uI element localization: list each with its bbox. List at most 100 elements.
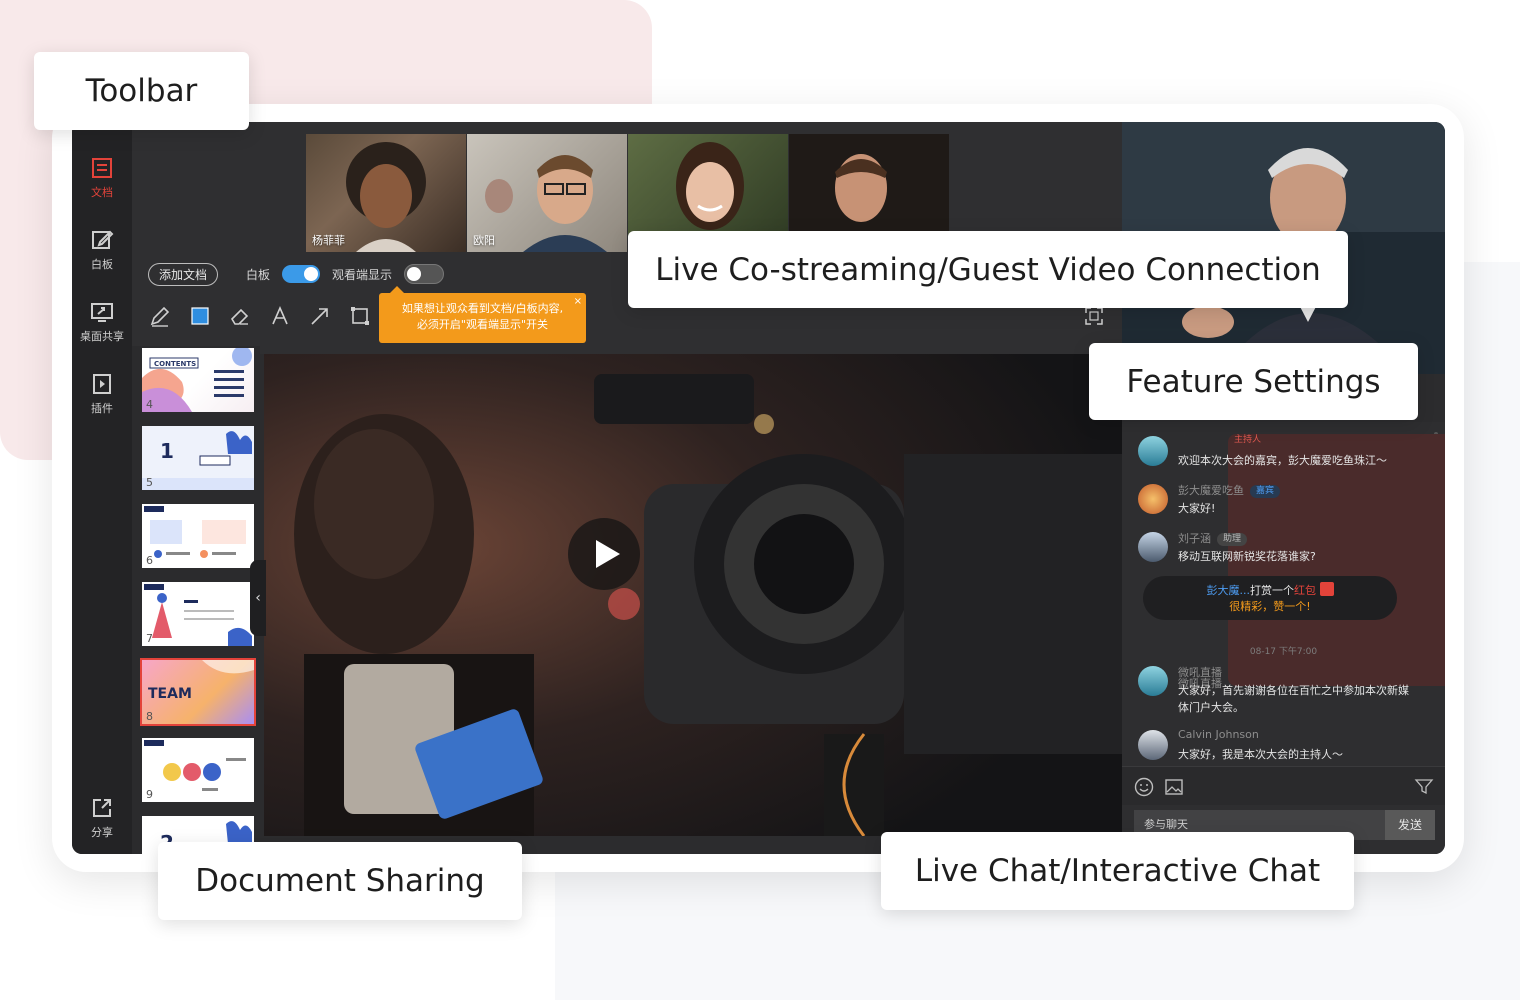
sidebar-item-screen-share[interactable]: 桌面共享: [72, 290, 132, 364]
slide-preview: [144, 506, 246, 558]
collapse-thumbnails-button[interactable]: ‹: [250, 560, 266, 636]
sidebar-item-label: 桌面共享: [80, 330, 124, 343]
callout-live-chat: Live Chat/Interactive Chat: [881, 832, 1354, 910]
sidebar-item-label: 插件: [91, 402, 113, 415]
role-badge: 助理: [1217, 533, 1248, 546]
chat-message: 彭大魔爱吃鱼 嘉宾 大家好!: [1138, 482, 1428, 526]
rectangle-tool-icon[interactable]: [348, 304, 372, 328]
message-text: 大家好，我是本次大会的主持人～: [1178, 748, 1343, 761]
fullscreen-icon[interactable]: [1085, 307, 1103, 325]
sidebar-item-label: 文档: [91, 186, 113, 199]
sidebar-item-label: 白板: [91, 258, 113, 271]
document-icon: [92, 158, 112, 178]
page-number: 8: [146, 710, 153, 723]
toggle-knob: [407, 267, 422, 281]
tooltip-close-button[interactable]: ×: [574, 294, 582, 310]
chat-timestamp: 08-17 下午7:00: [1249, 647, 1318, 657]
eraser-icon[interactable]: [228, 304, 252, 328]
chat-toolbar: [1122, 766, 1445, 805]
guest-video-tile[interactable]: 杨菲菲: [306, 134, 466, 252]
message-text: 移动互联网新锐奖花落谁家?: [1178, 550, 1316, 563]
slide-preview: 1: [142, 431, 254, 490]
slide-preview: [144, 584, 252, 646]
emoji-icon[interactable]: [1134, 777, 1154, 797]
sidebar-item-document[interactable]: 文档: [72, 146, 132, 220]
page-thumbnail-list: CONTENTS 4 1 5 6 7 TEAM 8 9 2: [132, 346, 260, 854]
toggle-knob: [304, 267, 319, 281]
sidebar-item-whiteboard[interactable]: 白板: [72, 218, 132, 292]
gift-action: 打赏一个: [1250, 584, 1294, 597]
whiteboard-toggle[interactable]: [282, 265, 321, 283]
play-icon: [596, 540, 620, 568]
page-thumbnail[interactable]: 7: [142, 582, 254, 646]
pen-icon[interactable]: [148, 304, 172, 328]
slide-preview: TEAM: [148, 660, 254, 702]
sidebar: 文档 白板 桌面共享 插件 分享: [72, 122, 132, 854]
callout-document-sharing: Document Sharing: [158, 842, 522, 920]
page-number: 4: [146, 398, 153, 411]
share-button[interactable]: 分享: [72, 786, 132, 854]
tooltip-line: 必须开启"观看端显示"开关: [416, 318, 549, 331]
viewer-display-label: 观看端显示: [332, 267, 393, 282]
tooltip-arrow: [390, 286, 404, 293]
chat-message: 微吼直播 大家好，首先谢谢各位在百忙之中参加本次新媒体门户大会。: [1138, 664, 1428, 720]
filter-icon[interactable]: [1414, 777, 1434, 797]
author-name: 微吼直播: [1178, 666, 1222, 679]
slide-title: CONTENTS: [154, 360, 196, 368]
image-icon[interactable]: [1164, 777, 1184, 797]
callout-toolbar: Toolbar: [34, 52, 249, 130]
slide-preview: CONTENTS: [142, 348, 252, 412]
role-badge: 嘉宾: [1250, 485, 1281, 498]
send-button[interactable]: 发送: [1385, 810, 1435, 840]
plugin-icon: [93, 374, 111, 394]
guest-video-tile[interactable]: 欧阳: [467, 134, 627, 252]
message-author: 彭大魔爱吃鱼 嘉宾: [1178, 482, 1281, 498]
avatar: [1138, 436, 1168, 466]
page-thumbnail[interactable]: 6: [142, 504, 254, 568]
guest-name: 欧阳: [473, 234, 495, 247]
color-picker-icon[interactable]: [188, 304, 212, 328]
guest-name: 杨菲菲: [312, 234, 345, 247]
red-envelope-icon: [1319, 582, 1334, 596]
callout-feature-settings: Feature Settings: [1089, 343, 1418, 420]
message-text: 大家好!: [1178, 502, 1216, 515]
camera-scene-image: [264, 354, 1122, 836]
chat-message: 刘子涵 助理 移动互联网新锐奖花落谁家?: [1138, 530, 1428, 574]
slide-preview: [144, 740, 246, 791]
avatar: [1138, 484, 1168, 514]
gift-line: 很精彩，赞一个!: [1229, 600, 1311, 613]
share-icon: [93, 799, 111, 817]
page-thumbnail[interactable]: 9: [142, 738, 254, 802]
avatar: [1138, 666, 1168, 696]
arrow-tool-icon[interactable]: [308, 304, 332, 328]
drawing-tools: [148, 302, 372, 330]
page-number: 7: [146, 632, 153, 645]
gift-line: 彭大魔...打赏一个红包: [1143, 582, 1397, 599]
avatar: [1138, 532, 1168, 562]
chat-message: 微吼直播主持人 欢迎本次大会的嘉宾，彭大魔爱吃鱼珠江～: [1138, 434, 1445, 690]
gift-notification: 彭大魔...打赏一个红包 很精彩，赞一个!: [1143, 576, 1397, 620]
text-tool-icon[interactable]: [268, 304, 292, 328]
tooltip-line: 如果想让观众看到文档/白板内容,: [401, 302, 564, 315]
avatar: [1138, 730, 1168, 760]
gift-item: 红包: [1294, 584, 1316, 597]
sidebar-item-plugin[interactable]: 插件: [72, 362, 132, 436]
main-presentation-stage[interactable]: [264, 354, 1122, 836]
message-text: 大家好，首先谢谢各位在百忙之中参加本次新媒体门户大会。: [1178, 684, 1409, 714]
callout-co-streaming: Live Co-streaming/Guest Video Connection: [628, 231, 1348, 308]
document-control-row: 添加文档 白板 观看端显示: [148, 262, 445, 286]
message-text: 欢迎本次大会的嘉宾，彭大魔爱吃鱼珠江～: [1178, 454, 1387, 467]
gift-user: 彭大魔...: [1206, 584, 1251, 597]
play-button[interactable]: [568, 518, 640, 590]
slide-title: 1: [160, 439, 174, 463]
viewer-display-tooltip: × 如果想让观众看到文档/白板内容, 必须开启"观看端显示"开关: [379, 293, 586, 343]
add-document-button[interactable]: 添加文档: [148, 262, 219, 286]
page-thumbnail[interactable]: TEAM 8: [140, 658, 256, 726]
author-name: 刘子涵: [1178, 532, 1211, 545]
viewer-display-toggle[interactable]: [404, 264, 445, 284]
page-number: 5: [146, 476, 153, 489]
page-number: 6: [146, 554, 153, 567]
page-number: 9: [146, 788, 153, 801]
page-thumbnail[interactable]: 1 5: [142, 426, 254, 490]
page-thumbnail[interactable]: CONTENTS 4: [142, 348, 254, 412]
